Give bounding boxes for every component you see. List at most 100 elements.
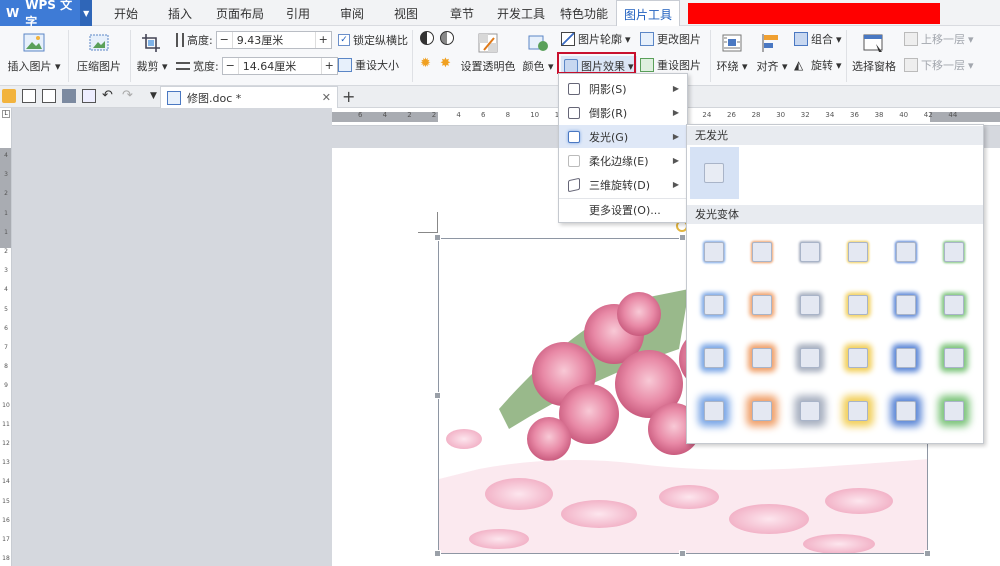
width-decrease-button[interactable]: − bbox=[223, 58, 239, 74]
glow-variant-option[interactable] bbox=[752, 242, 772, 262]
glow-variant-option[interactable] bbox=[800, 295, 820, 315]
ruler-tick-label: 2 bbox=[431, 111, 437, 119]
tab-insert[interactable]: 插入 bbox=[162, 0, 198, 26]
selection-pane-button[interactable]: 选择窗格 bbox=[850, 32, 898, 74]
glow-variant-option[interactable] bbox=[896, 348, 916, 368]
change-picture-button[interactable]: 更改图片 bbox=[640, 31, 701, 47]
tab-home[interactable]: 开始 bbox=[108, 0, 144, 26]
tab-picture-tools[interactable]: 图片工具 bbox=[616, 0, 680, 27]
menu-item-glow[interactable]: 发光(G) ▶ bbox=[559, 125, 687, 148]
ruler-tick-label: 15 bbox=[2, 497, 10, 505]
tab-developer[interactable]: 开发工具 bbox=[494, 0, 548, 26]
crop-button[interactable]: 裁剪 ▾ bbox=[134, 32, 170, 74]
undo-icon[interactable]: ↶ bbox=[102, 89, 116, 103]
rotate-button[interactable]: ◭ 旋转 ▾ bbox=[794, 57, 842, 73]
tab-view[interactable]: 视图 bbox=[388, 0, 424, 26]
print-preview-icon[interactable] bbox=[82, 89, 96, 103]
lock-ratio-checkbox[interactable]: ✓ 锁定纵横比 bbox=[338, 32, 408, 48]
menu-item-more-settings[interactable]: 更多设置(O)... bbox=[559, 198, 687, 221]
vertical-ruler: L 4 3 2 1 1 2 3 4 5 6 7 8 9 10 11 12 13 14 15 16 17 18 bbox=[0, 108, 12, 566]
glow-variant-option[interactable] bbox=[896, 295, 916, 315]
glow-variant-option[interactable] bbox=[752, 348, 772, 368]
tab-review[interactable]: 审阅 bbox=[334, 0, 370, 26]
ruler-corner-icon: L bbox=[2, 110, 10, 118]
glow-variant-option[interactable] bbox=[704, 348, 724, 368]
reset-picture-button[interactable]: 重设图片 bbox=[640, 57, 701, 73]
glow-variant-option[interactable] bbox=[896, 242, 916, 262]
brightness-decrease-icon[interactable]: ✸ bbox=[440, 57, 454, 71]
glow-variant-option[interactable] bbox=[800, 348, 820, 368]
resize-handle[interactable] bbox=[434, 550, 441, 557]
ruler-tick-label: 26 bbox=[727, 111, 736, 119]
glow-variant-option[interactable] bbox=[704, 242, 724, 262]
tab-page-layout[interactable]: 页面布局 bbox=[216, 0, 264, 26]
checkbox-checked-icon: ✓ bbox=[338, 34, 350, 46]
width-input[interactable]: 14.64厘米 bbox=[239, 58, 321, 74]
save-icon[interactable] bbox=[22, 89, 36, 103]
submenu-arrow-icon: ▶ bbox=[672, 108, 679, 117]
glow-variant-option[interactable] bbox=[800, 401, 820, 421]
width-increase-button[interactable]: + bbox=[320, 58, 337, 74]
menu-item-reflection[interactable]: 倒影(R) ▶ bbox=[559, 101, 687, 124]
print-icon[interactable] bbox=[62, 89, 76, 103]
glow-variant-option[interactable] bbox=[848, 401, 868, 421]
ruler-tick-label: 6 bbox=[4, 324, 8, 332]
glow-variant-option[interactable] bbox=[752, 401, 772, 421]
open-folder-icon[interactable] bbox=[2, 89, 16, 103]
glow-variant-option[interactable] bbox=[944, 242, 964, 262]
group-icon bbox=[794, 32, 808, 46]
app-menu-button[interactable]: W WPS 文字 ▼ bbox=[0, 0, 92, 29]
group-button[interactable]: 组合 ▾ bbox=[794, 31, 842, 47]
new-tab-icon[interactable]: + bbox=[342, 87, 355, 106]
glow-variant-option[interactable] bbox=[752, 295, 772, 315]
resize-handle[interactable] bbox=[679, 234, 686, 241]
set-transparent-color-button[interactable]: 设置透明色 bbox=[460, 32, 516, 74]
menu-item-soft-edges[interactable]: 柔化边缘(E) ▶ bbox=[559, 149, 687, 172]
menu-item-shadow[interactable]: 阴影(S) ▶ bbox=[559, 77, 687, 100]
redo-icon[interactable]: ↷ bbox=[122, 89, 136, 103]
glow-variant-option[interactable] bbox=[848, 295, 868, 315]
menu-item-3d-rotation[interactable]: 三维旋转(D) ▶ bbox=[559, 173, 687, 196]
reset-size-button[interactable]: 重设大小 bbox=[338, 57, 399, 73]
document-tab[interactable]: 修图.doc * ✕ bbox=[160, 86, 338, 108]
resize-handle[interactable] bbox=[434, 234, 441, 241]
close-tab-icon[interactable]: ✕ bbox=[322, 91, 331, 104]
bring-forward-button[interactable]: 上移一层 ▾ bbox=[904, 31, 974, 47]
width-label: 宽度: bbox=[193, 60, 219, 73]
height-field[interactable]: − 9.43厘米 + bbox=[215, 31, 332, 49]
glow-variant-option[interactable] bbox=[704, 295, 724, 315]
export-icon[interactable] bbox=[42, 89, 56, 103]
height-increase-button[interactable]: + bbox=[314, 32, 331, 48]
glow-variant-option[interactable] bbox=[848, 242, 868, 262]
align-button[interactable]: 对齐 ▾ bbox=[754, 32, 790, 74]
height-decrease-button[interactable]: − bbox=[217, 32, 233, 48]
brightness-increase-icon[interactable]: ✹ bbox=[420, 57, 434, 71]
no-glow-option[interactable] bbox=[690, 147, 739, 199]
glow-variant-option[interactable] bbox=[848, 348, 868, 368]
glow-variant-option[interactable] bbox=[944, 295, 964, 315]
app-dropdown-icon[interactable]: ▼ bbox=[80, 0, 92, 26]
contrast-decrease-icon[interactable] bbox=[440, 31, 454, 45]
resize-handle[interactable] bbox=[924, 550, 931, 557]
send-backward-button[interactable]: 下移一层 ▾ bbox=[904, 57, 974, 73]
height-input[interactable]: 9.43厘米 bbox=[233, 32, 315, 48]
glow-variant-option[interactable] bbox=[944, 401, 964, 421]
width-field[interactable]: − 14.64厘米 + bbox=[221, 57, 338, 75]
tab-references[interactable]: 引用 bbox=[280, 0, 316, 26]
glow-variant-option[interactable] bbox=[944, 348, 964, 368]
compress-picture-button[interactable]: 压缩图片 bbox=[74, 32, 124, 74]
tab-chapter[interactable]: 章节 bbox=[444, 0, 480, 26]
tab-special-features[interactable]: 特色功能 bbox=[556, 0, 612, 26]
picture-outline-button[interactable]: 图片轮廓 ▾ bbox=[561, 31, 631, 47]
insert-picture-button[interactable]: 插入图片 ▾ bbox=[6, 32, 62, 74]
doc-file-icon bbox=[167, 90, 181, 105]
resize-handle[interactable] bbox=[679, 550, 686, 557]
contrast-increase-icon[interactable] bbox=[420, 31, 434, 45]
color-button[interactable]: 颜色 ▾ bbox=[522, 32, 554, 74]
glow-variant-option[interactable] bbox=[896, 401, 916, 421]
glow-variant-option[interactable] bbox=[704, 401, 724, 421]
resize-handle[interactable] bbox=[434, 392, 441, 399]
wrap-label: 环绕 bbox=[716, 60, 739, 73]
glow-variant-option[interactable] bbox=[800, 242, 820, 262]
wrap-button[interactable]: 环绕 ▾ bbox=[714, 32, 750, 74]
